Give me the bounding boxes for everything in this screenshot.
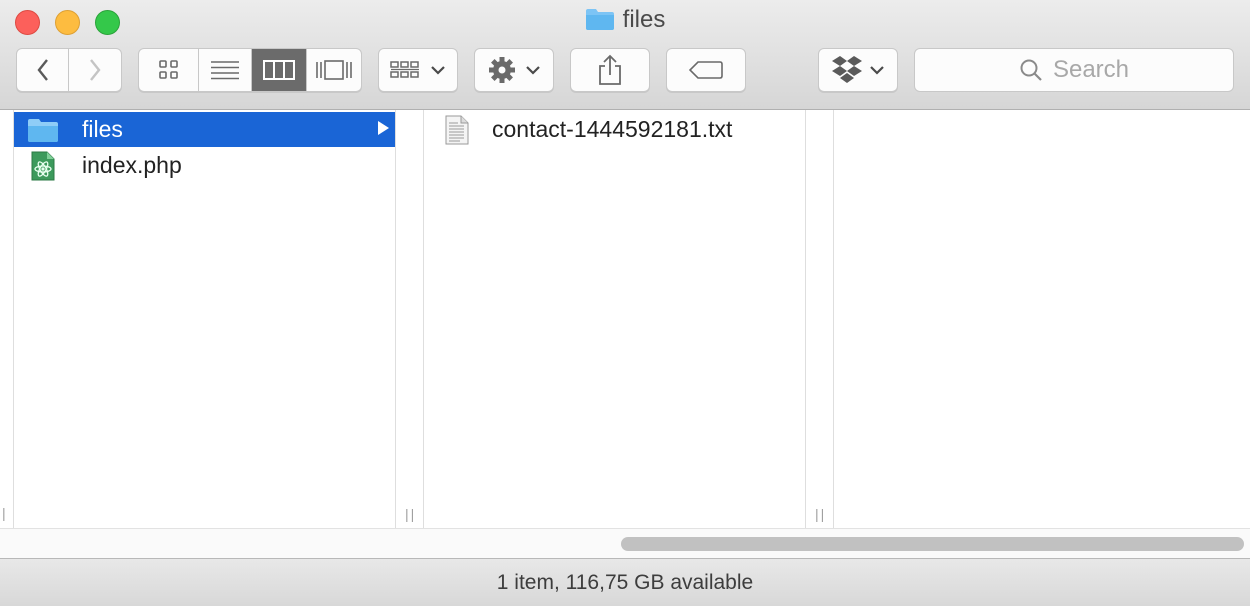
- column-divider[interactable]: ||: [395, 110, 423, 528]
- window-titlebar: files Search: [0, 0, 1250, 110]
- list-item-label: files: [82, 116, 123, 142]
- column-view-icon: [262, 60, 295, 80]
- browser-column-1: files index.php: [13, 110, 395, 528]
- dropbox-icon: [832, 56, 862, 83]
- cover-flow-view-icon: [315, 60, 352, 80]
- share-icon: [599, 54, 621, 85]
- list-view-icon: [211, 61, 240, 80]
- scrollbar-thumb[interactable]: [621, 537, 1244, 551]
- back-button[interactable]: [17, 49, 70, 91]
- action-button[interactable]: [474, 48, 554, 92]
- column-divider[interactable]: ||: [805, 110, 833, 528]
- chevron-down-icon: [870, 66, 884, 75]
- window-title: files: [0, 6, 1250, 38]
- column-view-button[interactable]: [251, 49, 307, 91]
- text-file-icon: [440, 115, 474, 145]
- column-resize-handle[interactable]: |: [2, 505, 6, 521]
- list-item-index-php[interactable]: index.php: [14, 148, 395, 183]
- chevron-down-icon: [431, 66, 445, 75]
- search-placeholder: Search: [1052, 56, 1130, 83]
- chevron-down-icon: [526, 66, 540, 75]
- forward-button[interactable]: [69, 49, 121, 91]
- chevron-right-icon: [90, 59, 101, 81]
- list-item-files[interactable]: files: [14, 112, 395, 147]
- window-title-text: files: [622, 6, 666, 33]
- search-field[interactable]: Search: [914, 48, 1234, 92]
- icon-view-icon: [158, 60, 178, 79]
- folder-icon: [26, 115, 60, 145]
- list-item-label: contact-1444592181.txt: [492, 116, 733, 142]
- disclosure-arrow-icon: [378, 121, 389, 135]
- search-icon: [1020, 59, 1042, 81]
- tags-button[interactable]: [666, 48, 746, 92]
- list-item-contact-txt[interactable]: contact-1444592181.txt: [424, 112, 804, 147]
- dropbox-button[interactable]: [818, 48, 898, 92]
- php-file-icon: [26, 151, 60, 181]
- arrange-icon: [390, 61, 419, 78]
- browser-column-2: contact-1444592181.txt: [423, 110, 804, 528]
- share-button[interactable]: [570, 48, 650, 92]
- gear-icon: [489, 57, 515, 83]
- status-text: 1 item, 116,75 GB available: [496, 570, 754, 594]
- nav-buttons: [16, 48, 122, 92]
- column-browser: | files index.php || contact-1444592181.…: [0, 110, 1250, 528]
- icon-view-button[interactable]: [139, 49, 200, 91]
- folder-icon: [585, 7, 615, 38]
- horizontal-scrollbar[interactable]: [0, 528, 1250, 558]
- list-view-button[interactable]: [199, 49, 252, 91]
- browser-column-3: [833, 110, 1250, 528]
- cover-flow-view-button[interactable]: [307, 49, 362, 91]
- arrange-button[interactable]: [378, 48, 458, 92]
- list-item-label: index.php: [82, 152, 182, 178]
- chevron-left-icon: [36, 59, 48, 81]
- status-bar: 1 item, 116,75 GB available: [0, 558, 1250, 606]
- view-mode-control: [138, 48, 362, 92]
- tag-icon: [689, 61, 723, 79]
